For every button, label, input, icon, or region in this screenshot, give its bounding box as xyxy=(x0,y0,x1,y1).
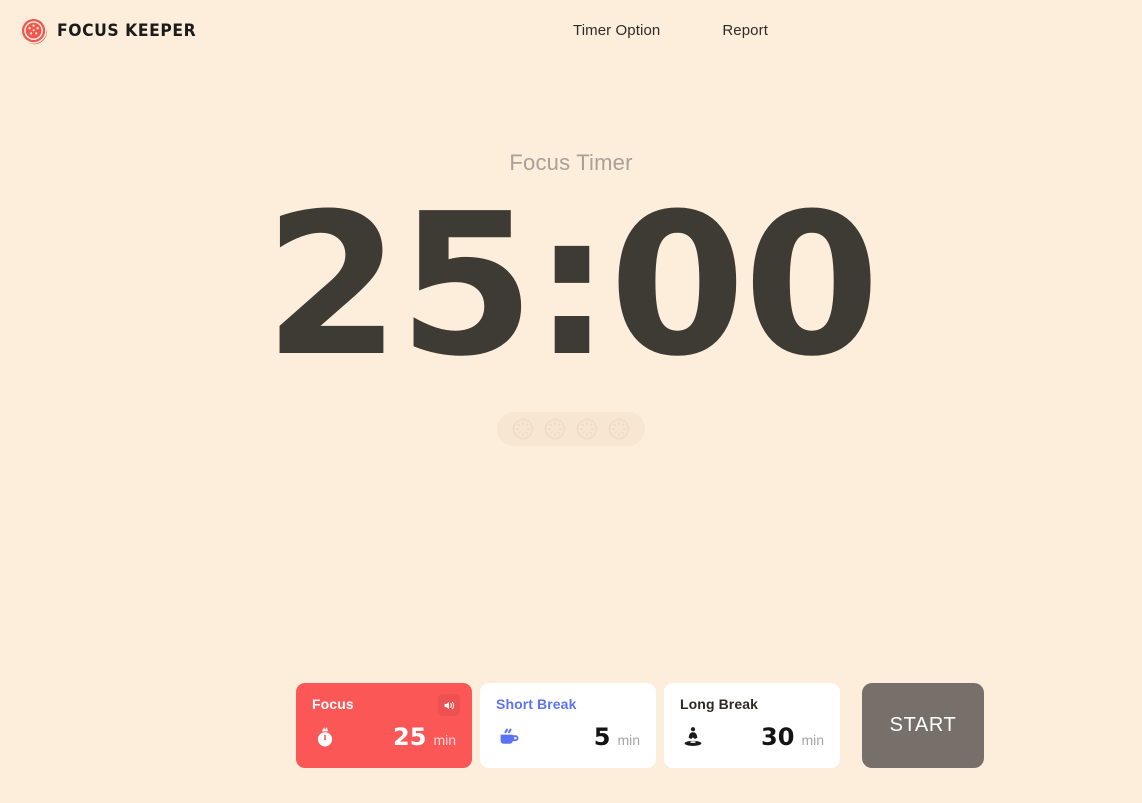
start-button[interactable]: START xyxy=(862,683,984,768)
mode-value-focus: 25 min xyxy=(393,725,456,749)
mode-row-short-break: 5 min xyxy=(496,721,640,753)
tomato-outline-icon xyxy=(607,417,631,441)
main-nav: Timer Option Report xyxy=(573,22,768,39)
tomato-outline-icon xyxy=(575,417,599,441)
brand-logo[interactable]: FOCUS KEEPER xyxy=(20,17,208,45)
mode-control-bar: Focus 25 min Short Break 5 min Long Brea… xyxy=(296,683,984,768)
mode-unit-long-break: min xyxy=(801,732,824,748)
nav-timer-option[interactable]: Timer Option xyxy=(573,22,660,39)
mode-number-focus: 25 xyxy=(393,723,427,751)
mode-unit-short-break: min xyxy=(617,732,640,748)
mode-row-long-break: 30 min xyxy=(680,721,824,753)
mode-label-focus: Focus xyxy=(312,696,354,712)
mode-unit-focus: min xyxy=(433,732,456,748)
mode-number-long-break: 30 xyxy=(761,723,795,751)
session-indicator-group xyxy=(497,412,645,446)
meditation-icon xyxy=(680,724,706,750)
mode-row-focus: 25 min xyxy=(312,721,456,753)
app-header: FOCUS KEEPER Timer Option Report xyxy=(0,0,1142,62)
mode-card-short-break[interactable]: Short Break 5 min xyxy=(480,683,656,768)
mode-value-long-break: 30 min xyxy=(761,725,824,749)
mode-label-short-break: Short Break xyxy=(496,696,577,712)
timer-display: 25:00 xyxy=(264,172,880,400)
brand-name: FOCUS KEEPER xyxy=(57,21,197,41)
tomato-outline-icon xyxy=(543,417,567,441)
mode-label-long-break: Long Break xyxy=(680,696,759,712)
speaker-icon[interactable] xyxy=(438,694,460,716)
timer-section: Focus Timer 25:00 xyxy=(0,150,1142,446)
coffee-cup-icon xyxy=(496,724,522,750)
nav-report[interactable]: Report xyxy=(722,22,768,39)
tomato-icon xyxy=(312,724,338,750)
mode-number-short-break: 5 xyxy=(593,723,611,751)
tomato-outline-icon xyxy=(511,417,535,441)
mode-card-focus[interactable]: Focus 25 min xyxy=(296,683,472,768)
mode-card-long-break[interactable]: Long Break 30 min xyxy=(664,683,840,768)
mode-value-short-break: 5 min xyxy=(594,725,640,749)
tomato-logo-icon xyxy=(20,17,48,45)
